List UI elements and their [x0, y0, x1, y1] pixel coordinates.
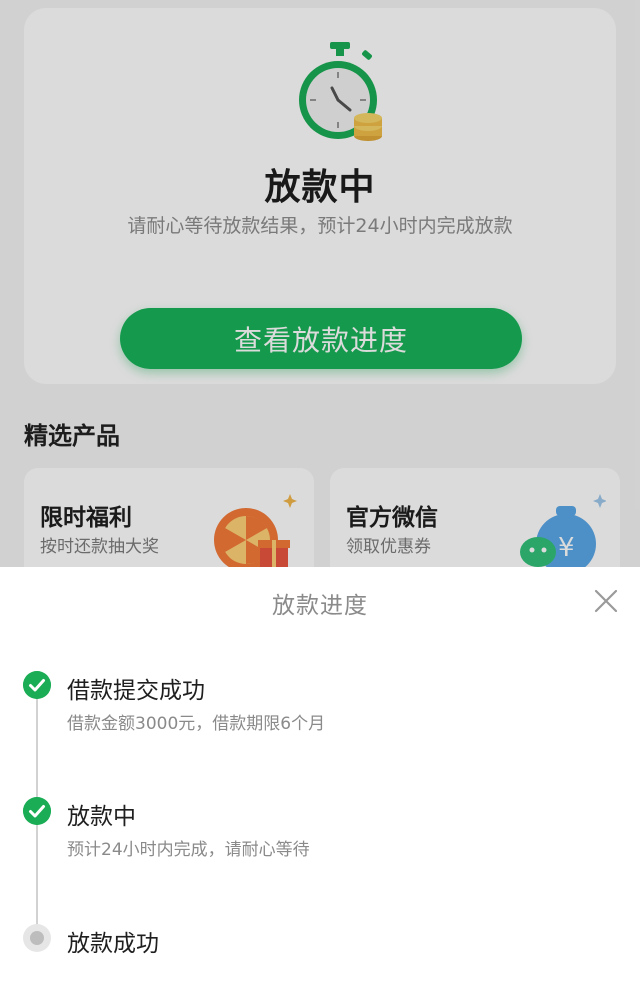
step-description: 预计24小时内完成，请耐心等待 [67, 840, 310, 860]
sheet-title: 放款进度 [272, 593, 368, 619]
step-title: 放款中 [67, 804, 136, 830]
close-icon[interactable] [590, 585, 622, 617]
step-title: 借款提交成功 [67, 678, 205, 704]
step-title: 放款成功 [67, 931, 159, 957]
check-circle-icon [23, 797, 51, 825]
check-circle-icon [23, 671, 51, 699]
loan-progress-sheet: 放款进度 借款提交成功 借款金额3000元，借款期限6个月 放款中 预计24小时… [0, 567, 640, 984]
pending-dot-icon [23, 924, 51, 952]
step-description: 借款金额3000元，借款期限6个月 [67, 714, 326, 734]
